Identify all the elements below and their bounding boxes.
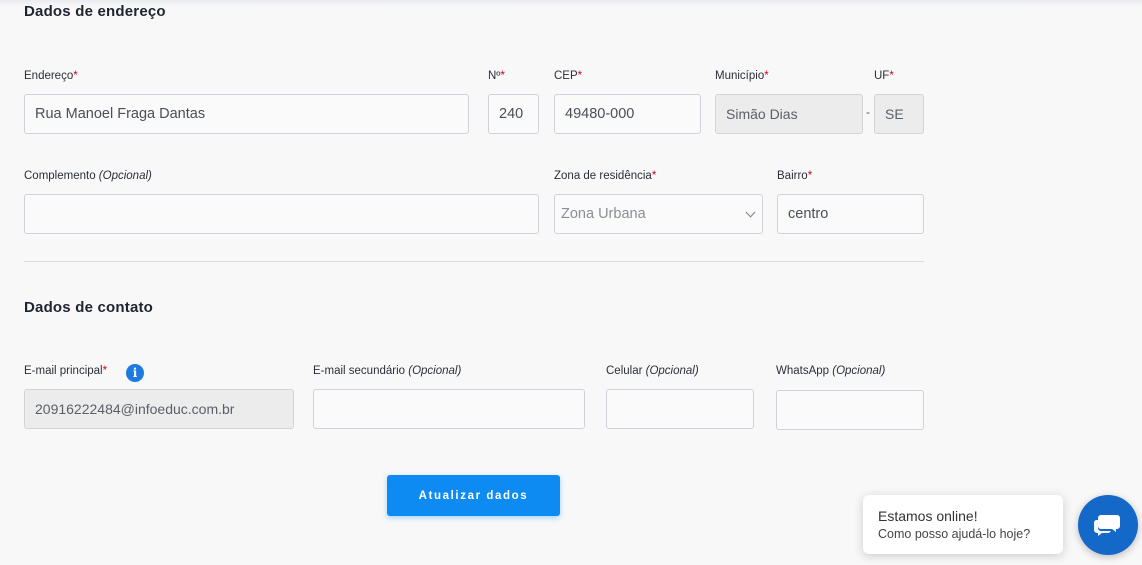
celular-input[interactable] [606, 389, 754, 429]
chat-icon [1093, 515, 1120, 536]
address-section-title: Dados de endereço [24, 3, 166, 20]
chevron-down-icon [745, 207, 756, 218]
zona-label: Zona de residência* [554, 170, 657, 182]
municipio-input: Simão Dias [715, 94, 863, 134]
header-shadow [0, 0, 1142, 6]
numero-input[interactable]: 240 [488, 94, 539, 134]
whatsapp-input[interactable] [776, 390, 924, 430]
bairro-label: Bairro* [777, 170, 813, 182]
chat-greeting-bubble[interactable]: Estamos online! Como posso ajudá-lo hoje… [863, 495, 1063, 554]
bairro-input[interactable]: centro [777, 194, 924, 234]
endereco-label: Endereço* [24, 70, 78, 82]
zona-select[interactable]: Zona Urbana [554, 194, 763, 234]
complemento-label: Complemento (Opcional) [24, 170, 152, 182]
endereco-input[interactable]: Rua Manoel Fraga Dantas [24, 94, 469, 134]
chat-greeting-title: Estamos online! [878, 508, 978, 524]
contact-section-title: Dados de contato [24, 299, 154, 316]
cep-label: CEP* [554, 70, 583, 82]
numero-label: Nº* [488, 70, 505, 82]
celular-label: Celular (Opcional) [606, 365, 699, 377]
municipio-uf-separator: - [866, 105, 870, 119]
complemento-input[interactable] [24, 194, 539, 234]
cep-input[interactable]: 49480-000 [554, 94, 701, 134]
email-secundario-label: E-mail secundário (Opcional) [313, 365, 462, 377]
uf-input: SE [874, 94, 924, 134]
email-principal-input: 20916222484@infoeduc.com.br [24, 389, 294, 429]
chat-launcher-button[interactable] [1078, 495, 1138, 555]
info-icon[interactable]: i [126, 364, 144, 382]
email-principal-label: E-mail principal* [24, 365, 108, 377]
update-data-button[interactable]: Atualizar dados [387, 475, 560, 516]
email-secundario-input[interactable] [313, 389, 585, 429]
whatsapp-label: WhatsApp (Opcional) [776, 365, 886, 377]
municipio-label: Município* [715, 70, 769, 82]
section-divider [24, 261, 924, 262]
chat-greeting-subtitle: Como posso ajudá-lo hoje? [878, 527, 1031, 541]
uf-label: UF* [874, 70, 894, 82]
